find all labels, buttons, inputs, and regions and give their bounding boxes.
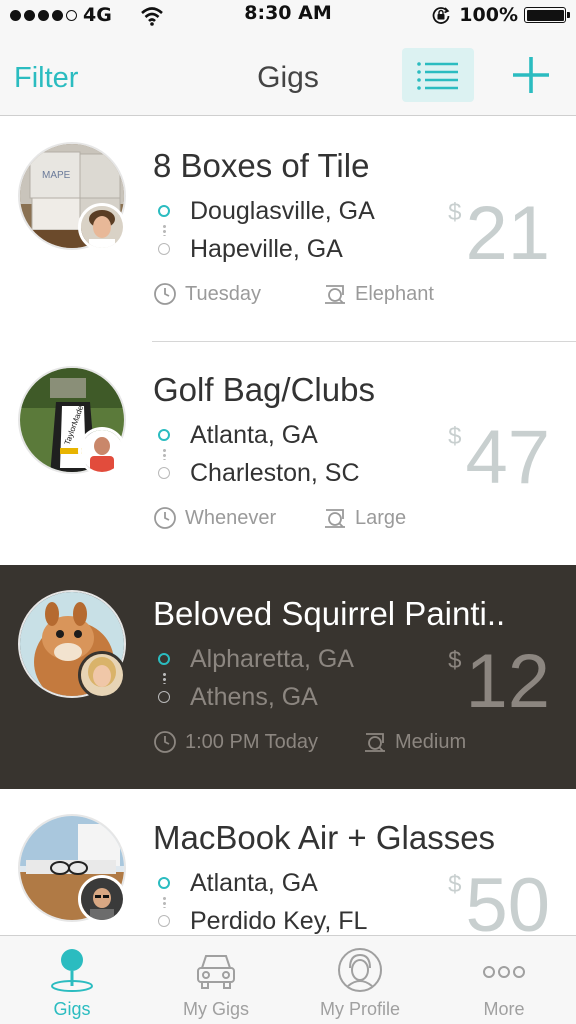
- origin-location: Atlanta, GA: [190, 421, 318, 449]
- package-size-icon: [325, 285, 345, 304]
- currency-symbol: $: [448, 199, 462, 226]
- poster-avatar: [78, 651, 126, 699]
- origin-location: Alpharetta, GA: [190, 645, 354, 673]
- gig-time: Tuesday: [153, 282, 261, 306]
- origin-marker-icon: [158, 429, 170, 441]
- status-bar: 4G 8:30 AM 100%: [0, 0, 576, 34]
- gig-size: Medium: [363, 730, 466, 754]
- gig-list[interactable]: MAPE 8 Boxes of Tile Douglasville, GA Ha…: [0, 117, 576, 935]
- origin-location: Atlanta, GA: [190, 869, 318, 897]
- tab-my-gigs[interactable]: My Gigs: [144, 936, 288, 1024]
- gig-price: $ 21: [448, 189, 550, 279]
- tab-label: More: [483, 999, 525, 1019]
- gig-price: $ 12: [448, 637, 550, 727]
- package-size-icon: [365, 733, 385, 752]
- gig-time-label: Whenever: [185, 506, 277, 529]
- gig-meta: Tuesday Elephant: [153, 282, 563, 312]
- origin-marker-icon: [158, 877, 170, 889]
- route-line-icon: [163, 224, 166, 236]
- origin-marker-icon: [158, 205, 170, 217]
- destination-marker-icon: [158, 915, 170, 927]
- route-line-icon: [163, 896, 166, 908]
- gig-time: 1:00 PM Today: [153, 730, 318, 754]
- price-amount: 50: [465, 863, 550, 935]
- list-icon: [417, 62, 458, 90]
- battery-group: 100%: [431, 4, 570, 26]
- battery-icon: [524, 7, 570, 23]
- gig-title: 8 Boxes of Tile: [153, 147, 370, 184]
- origin-marker-icon: [158, 653, 170, 665]
- navigation-bar: Filter Gigs: [0, 34, 576, 116]
- battery-percent: 100%: [459, 4, 518, 26]
- destination-location: Athens, GA: [190, 683, 318, 711]
- page-title: Gigs: [257, 61, 319, 94]
- tab-label: My Profile: [319, 999, 400, 1019]
- clock-icon: [154, 283, 176, 305]
- list-view-button[interactable]: [402, 48, 474, 102]
- map-pin-icon: [51, 949, 93, 992]
- gig-row[interactable]: MAPE 8 Boxes of Tile Douglasville, GA Ha…: [0, 117, 576, 341]
- gig-row[interactable]: MacBook Air + Glasses Atlanta, GA Perdid…: [0, 789, 576, 935]
- svg-text:MAPE: MAPE: [42, 170, 71, 181]
- price-amount: 12: [465, 639, 550, 724]
- gig-size: Elephant: [323, 282, 434, 306]
- gig-title: Beloved Squirrel Painti..: [153, 595, 506, 632]
- tab-label: Gigs: [53, 999, 91, 1019]
- gig-price: $ 50: [448, 861, 550, 935]
- gig-size-label: Elephant: [355, 282, 434, 305]
- more-dots-icon: [483, 966, 525, 978]
- route-line-icon: [163, 448, 166, 460]
- tab-more[interactable]: More: [432, 936, 576, 1024]
- tab-gigs[interactable]: Gigs: [0, 936, 144, 1024]
- gig-price: $ 47: [448, 413, 550, 503]
- clock-icon: [154, 731, 176, 753]
- destination-location: Hapeville, GA: [190, 235, 343, 263]
- gig-row-selected[interactable]: Beloved Squirrel Painti.. Alpharetta, GA…: [0, 565, 576, 789]
- currency-symbol: $: [448, 871, 462, 898]
- gig-title: MacBook Air + Glasses: [153, 819, 496, 856]
- destination-marker-icon: [158, 243, 170, 255]
- price-amount: 47: [465, 415, 550, 500]
- gig-size: Large: [323, 506, 406, 530]
- gig-size-label: Medium: [395, 730, 467, 753]
- destination-marker-icon: [158, 691, 170, 703]
- gig-size-label: Large: [355, 506, 407, 529]
- car-icon: [197, 955, 235, 989]
- tab-my-profile[interactable]: My Profile: [288, 936, 432, 1024]
- gig-time-label: Tuesday: [185, 282, 261, 305]
- poster-avatar: [78, 875, 126, 923]
- gig-meta: 1:00 PM Today Medium: [153, 730, 563, 760]
- profile-face-icon: [338, 948, 382, 992]
- price-amount: 21: [465, 191, 550, 276]
- rotation-lock-icon: [432, 7, 450, 24]
- destination-location: Perdido Key, FL: [190, 907, 368, 935]
- gig-title: Golf Bag/Clubs: [153, 371, 375, 408]
- destination-marker-icon: [158, 467, 170, 479]
- route-line-icon: [163, 672, 166, 684]
- poster-avatar: [78, 203, 126, 251]
- gig-time: Whenever: [153, 506, 276, 530]
- tab-label: My Gigs: [182, 999, 249, 1019]
- currency-symbol: $: [448, 647, 462, 674]
- gig-time-label: 1:00 PM Today: [185, 730, 319, 753]
- gig-row[interactable]: TaylorMade Golf Bag/Clubs Atlanta, GA Ch…: [0, 341, 576, 565]
- package-size-icon: [325, 509, 345, 528]
- destination-location: Charleston, SC: [190, 459, 360, 487]
- poster-avatar: [78, 427, 126, 475]
- clock-icon: [154, 507, 176, 529]
- currency-symbol: $: [448, 423, 462, 450]
- origin-location: Douglasville, GA: [190, 197, 375, 225]
- gig-meta: Whenever Large: [153, 506, 563, 536]
- tab-bar: Gigs My Gigs My Profile More: [0, 935, 576, 1024]
- add-gig-button[interactable]: [508, 52, 554, 98]
